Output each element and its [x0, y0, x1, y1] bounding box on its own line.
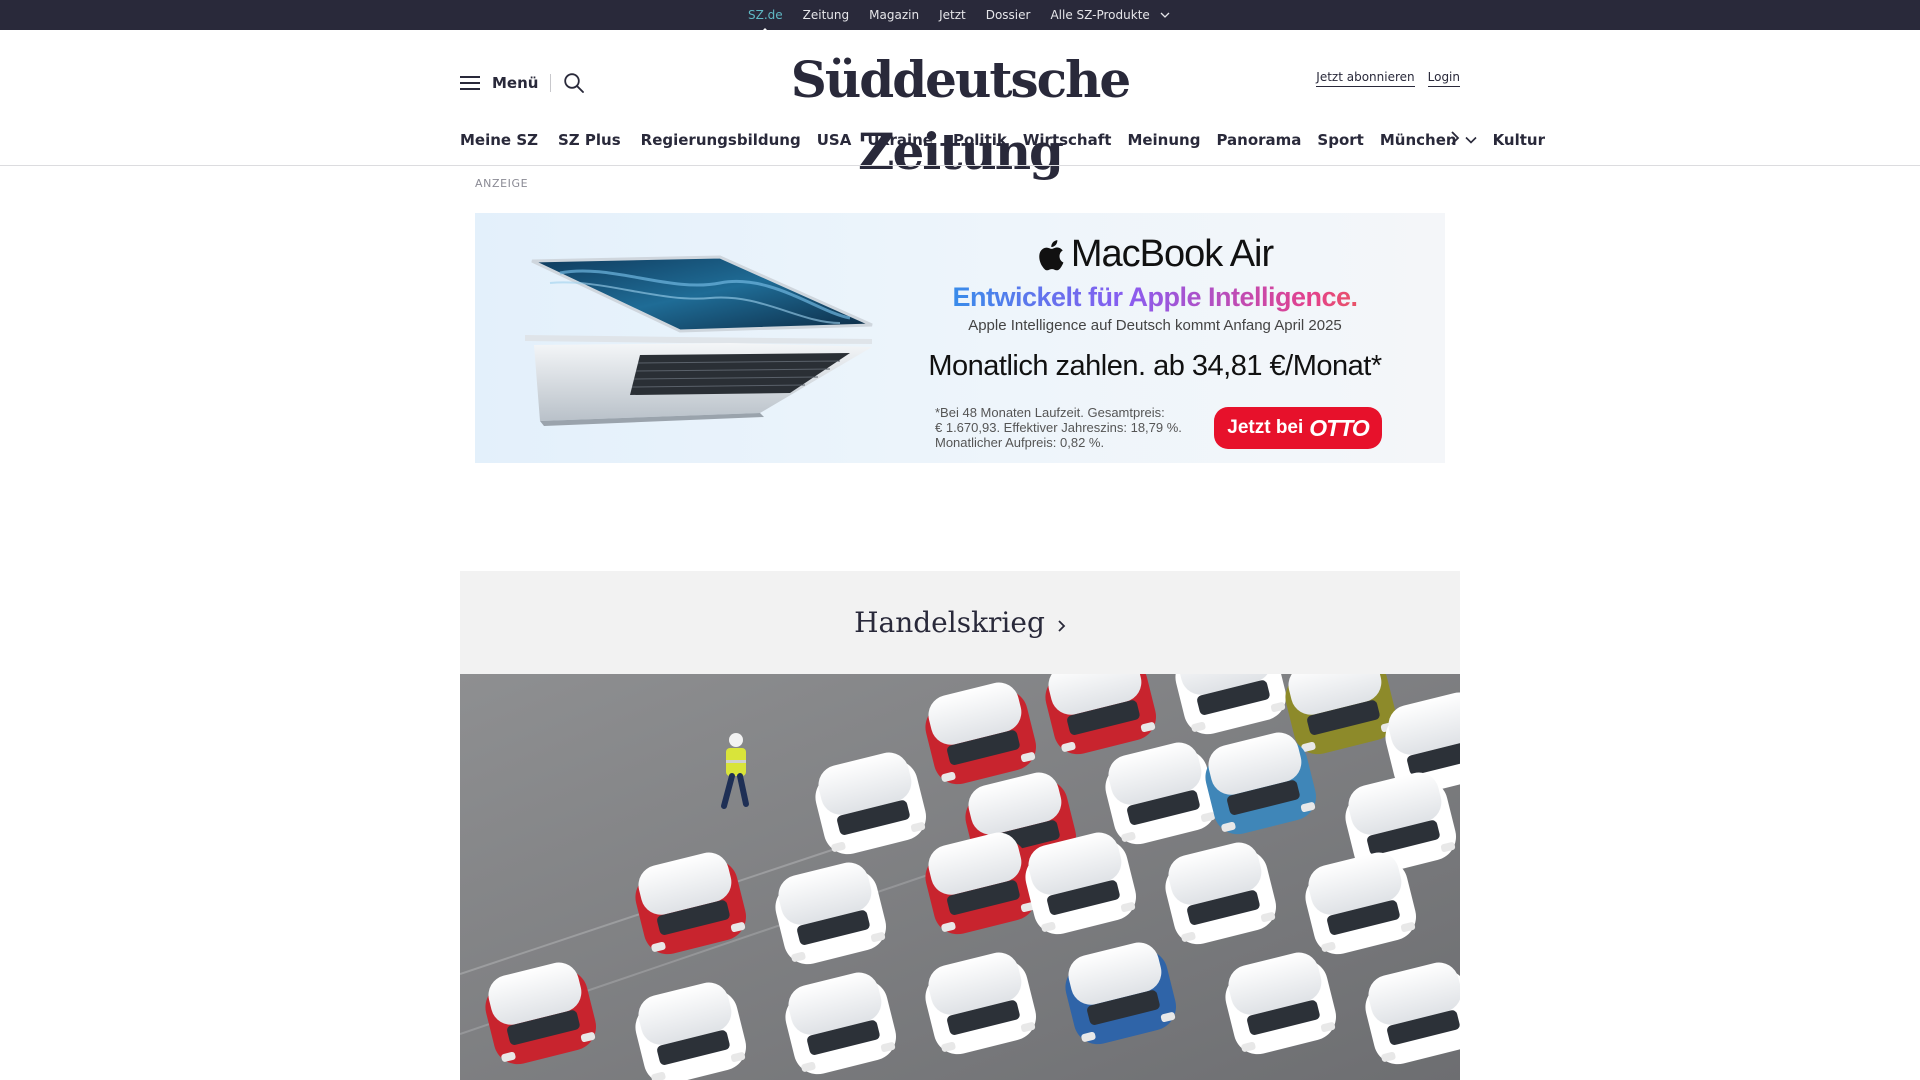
- chevron-right-icon: [1058, 619, 1066, 632]
- section-nav: Meine SZ SZ Plus Regierungsbildung USA U…: [460, 128, 1545, 152]
- hero-image[interactable]: [460, 674, 1460, 1080]
- nav-item-meine-sz[interactable]: Meine SZ: [460, 131, 538, 149]
- header-left-controls: Menü: [460, 70, 585, 96]
- nav-item-ukraine[interactable]: Ukraine: [867, 131, 933, 149]
- otto-logo: OTTO: [1309, 414, 1369, 441]
- topic-header[interactable]: Handelskrieg: [460, 571, 1460, 674]
- nav-divider-line: [0, 165, 1920, 166]
- ad-cta-button[interactable]: Jetzt bei OTTO: [1214, 407, 1382, 449]
- nav-item-sz-plus[interactable]: SZ Plus: [558, 131, 621, 149]
- topbar-item-sz-de[interactable]: SZ.de: [748, 8, 783, 34]
- hamburger-icon[interactable]: [460, 75, 480, 91]
- nav-item-politik[interactable]: Politik: [953, 131, 1007, 149]
- ad-fine-print-line: Monatlicher Aufpreis: 0,82 %.: [935, 435, 1105, 450]
- topbar-item-zeitung[interactable]: Zeitung: [803, 8, 849, 22]
- nav-item-meinung[interactable]: Meinung: [1127, 131, 1200, 149]
- nav-item-panorama[interactable]: Panorama: [1216, 131, 1301, 149]
- nav-item-regierungsbildung[interactable]: Regierungsbildung: [641, 131, 801, 149]
- nav-item-kultur[interactable]: Kultur: [1493, 131, 1545, 149]
- ad-subline: Apple Intelligence auf Deutsch kommt Anf…: [968, 317, 1342, 334]
- site-logo[interactable]: Süddeutsche Zeitung: [700, 44, 1220, 188]
- topbar-item-magazin[interactable]: Magazin: [869, 8, 919, 22]
- nav-item-label: München: [1379, 131, 1457, 149]
- login-link[interactable]: Login: [1427, 70, 1460, 87]
- chevron-right-icon[interactable]: [1450, 130, 1460, 146]
- ad-fine-print: *Bei 48 Monaten Laufzeit. Gesamtpreis: €…: [935, 405, 1215, 450]
- search-icon[interactable]: [563, 72, 585, 94]
- menu-button[interactable]: Menü: [492, 74, 538, 92]
- ad-label: ANZEIGE: [475, 177, 529, 190]
- ad-banner[interactable]: MacBook Air Entwickelt für Apple Intelli…: [475, 213, 1445, 463]
- nav-item-muenchen[interactable]: München: [1380, 131, 1477, 149]
- ad-cta-label: Jetzt bei: [1227, 417, 1304, 438]
- ad-fine-print-line: € 1.670,93. Effektiver Jahreszins: 18,79…: [935, 420, 1182, 435]
- ad-headline: Entwickelt für Apple Intelligence.: [895, 282, 1415, 313]
- nav-item-usa[interactable]: USA: [817, 131, 852, 149]
- divider: [550, 74, 552, 92]
- topbar-item-jetzt[interactable]: Jetzt: [939, 8, 966, 22]
- ad-product-line: MacBook Air: [895, 233, 1415, 276]
- topbar-item-alle-sz-produkte[interactable]: Alle SZ-Produkte: [1050, 8, 1170, 22]
- ad-copy: MacBook Air Entwickelt für Apple Intelli…: [895, 213, 1415, 383]
- topbar-dropdown-label: Alle SZ-Produkte: [1050, 8, 1150, 22]
- topbar-item-dossier[interactable]: Dossier: [986, 8, 1031, 22]
- topic-title: Handelskrieg: [854, 606, 1045, 639]
- ad-product-name: MacBook Air: [1070, 233, 1274, 275]
- laptop-image: [525, 255, 873, 426]
- product-bar: SZ.de Zeitung Magazin Jetzt Dossier Alle…: [0, 0, 1920, 34]
- apple-logo-icon: [1039, 239, 1064, 270]
- header-right-links: Jetzt abonnieren Login: [1316, 70, 1460, 87]
- chevron-down-icon: [1160, 12, 1170, 18]
- nav-item-wirtschaft[interactable]: Wirtschaft: [1023, 131, 1112, 149]
- ad-fine-print-line: *Bei 48 Monaten Laufzeit. Gesamtpreis:: [935, 405, 1165, 420]
- nav-item-sport[interactable]: Sport: [1317, 131, 1363, 149]
- chevron-down-icon: [1464, 136, 1477, 144]
- ad-price-line: Monatlich zahlen. ab 34,81 €/Monat*: [928, 350, 1382, 382]
- subscribe-link[interactable]: Jetzt abonnieren: [1316, 70, 1415, 87]
